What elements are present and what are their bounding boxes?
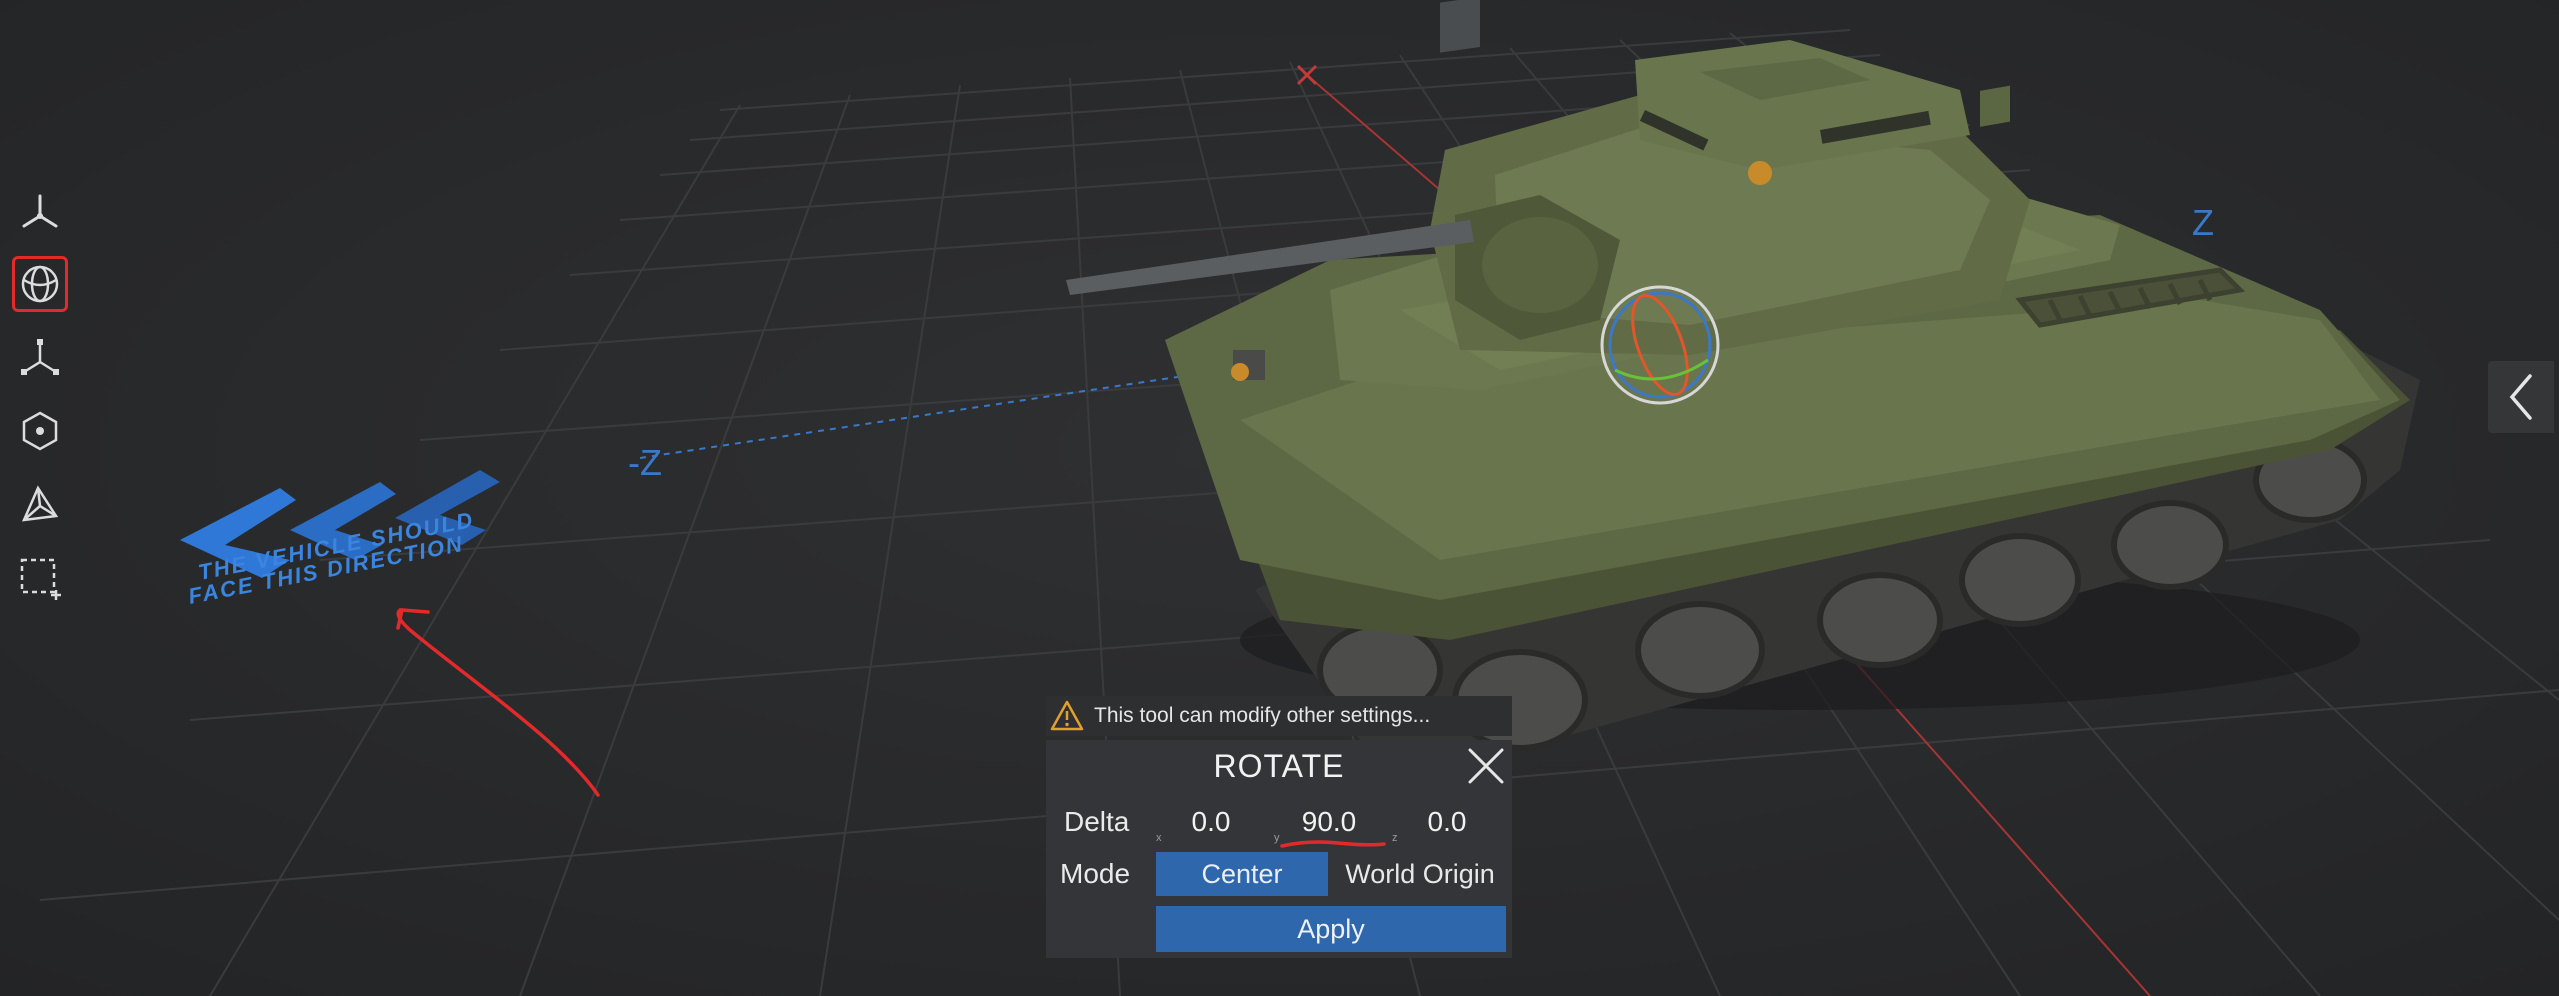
rotate-panel: ROTATE Delta 0.0 x 90.0 y 0.0 z Mode Cen… [1046, 740, 1512, 958]
sphere-icon [21, 265, 59, 303]
vertex-icon [21, 485, 59, 522]
delta-x-axis-label: x [1156, 832, 1162, 844]
mode-label: Mode [1060, 858, 1131, 889]
hexagon-dot-icon [22, 411, 58, 451]
delta-label: Delta [1064, 806, 1130, 837]
tool-warning: This tool can modify other settings... [1046, 696, 1512, 736]
move-tool-button[interactable] [12, 184, 68, 240]
chevron-left-icon [2509, 374, 2532, 420]
delta-y-field[interactable]: 90.0 y [1274, 798, 1386, 848]
delta-z-field[interactable]: 0.0 z [1392, 798, 1502, 848]
neg-z-axis-label: -Z [628, 442, 662, 483]
pos-z-axis-label: Z [2192, 202, 2214, 243]
close-icon[interactable] [1464, 744, 1508, 788]
warning-icon [1050, 700, 1084, 731]
scale-axes-icon [21, 339, 59, 375]
apply-button[interactable]: Apply [1156, 906, 1506, 952]
rotate-tool-button[interactable] [12, 256, 68, 312]
delta-x-field[interactable]: 0.0 x [1156, 798, 1266, 848]
select-tool-button[interactable] [12, 550, 68, 606]
vertex-tool-button[interactable] [12, 476, 68, 532]
side-panel-toggle[interactable] [2488, 361, 2554, 433]
delta-z-axis-label: z [1392, 832, 1398, 844]
pivot-tool-button[interactable] [12, 403, 68, 459]
delta-z-value: 0.0 [1427, 806, 1467, 837]
axes-icon [22, 194, 58, 228]
mode-world-origin-button[interactable]: World Origin [1330, 852, 1510, 896]
mode-center-button[interactable]: Center [1156, 852, 1328, 896]
delta-y-value: 90.0 [1301, 806, 1357, 837]
rotate-panel-title: ROTATE [1213, 748, 1345, 784]
scale-tool-button[interactable] [12, 330, 68, 386]
warning-text: This tool can modify other settings... [1094, 704, 1431, 727]
delta-x-value: 0.0 [1191, 806, 1231, 837]
annotation-underline [1280, 840, 1386, 848]
selection-box-icon [20, 558, 61, 600]
